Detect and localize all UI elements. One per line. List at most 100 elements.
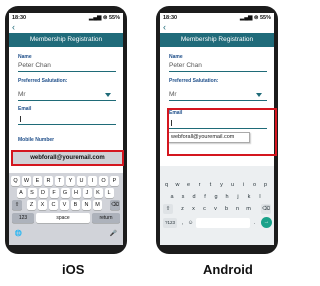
- emoji-icon[interactable]: ☺: [187, 218, 194, 228]
- android-key-g[interactable]: g: [212, 192, 221, 202]
- text-cursor: [20, 116, 21, 122]
- ios-keyboard: QWERTYUIOP ASDFGHJKL ZXCVBNM ⇧ ⌫ 123 spa…: [9, 173, 123, 245]
- ios-key-u[interactable]: U: [77, 176, 86, 186]
- ios-key-p[interactable]: P: [110, 176, 119, 186]
- name-field-underline: [169, 71, 267, 72]
- android-key-l[interactable]: l: [256, 192, 265, 202]
- ios-key-k[interactable]: K: [93, 188, 103, 198]
- salutation-select[interactable]: Mr: [169, 91, 177, 98]
- android-key-w[interactable]: w: [173, 180, 182, 190]
- ios-key-q[interactable]: Q: [11, 176, 20, 186]
- globe-icon[interactable]: 🌐: [14, 229, 23, 239]
- ios-phone: 18:30 ▂▄▆ ⊜ 55% ‹ Membership Registratio…: [5, 6, 127, 254]
- android-key-n[interactable]: n: [233, 204, 242, 214]
- dropdown-arrow-icon[interactable]: [256, 93, 262, 97]
- ios-key-d[interactable]: D: [38, 188, 48, 198]
- android-key-s[interactable]: s: [179, 192, 188, 202]
- ios-key-r[interactable]: R: [44, 176, 53, 186]
- salutation-select[interactable]: Mr: [18, 91, 26, 98]
- status-indicators: ▂▄▆ ⊜ 55%: [88, 15, 120, 21]
- android-key-o[interactable]: o: [250, 180, 259, 190]
- enter-key[interactable]: →: [261, 217, 272, 228]
- android-key-y[interactable]: y: [217, 180, 226, 190]
- space-key[interactable]: [196, 218, 250, 228]
- ios-key-s[interactable]: S: [27, 188, 37, 198]
- ios-key-c[interactable]: C: [49, 200, 58, 210]
- android-key-k[interactable]: k: [245, 192, 254, 202]
- android-key-a[interactable]: a: [168, 192, 177, 202]
- ios-key-v[interactable]: V: [60, 200, 69, 210]
- android-key-i[interactable]: i: [239, 180, 248, 190]
- name-label: Name: [169, 54, 183, 60]
- ios-key-y[interactable]: Y: [66, 176, 75, 186]
- dropdown-arrow-icon[interactable]: [105, 93, 111, 97]
- ios-key-o[interactable]: O: [99, 176, 108, 186]
- comma-key[interactable]: ,: [179, 218, 186, 228]
- android-key-m[interactable]: m: [244, 204, 253, 214]
- salutation-label: Preferred Salutation:: [18, 78, 68, 84]
- email-label: Email: [18, 106, 32, 112]
- android-key-h[interactable]: h: [223, 192, 232, 202]
- android-key-j[interactable]: j: [234, 192, 243, 202]
- status-time: 18:30: [163, 15, 178, 21]
- status-time: 18:30: [12, 15, 27, 21]
- name-field[interactable]: Peter Chan: [169, 62, 202, 69]
- mobile-label: Mobile Number: [18, 137, 55, 143]
- ios-key-t[interactable]: T: [55, 176, 64, 186]
- salutation-underline: [169, 100, 267, 101]
- period-key[interactable]: .: [251, 218, 258, 228]
- space-key[interactable]: space: [36, 213, 90, 223]
- android-caption: Android: [203, 262, 253, 277]
- ios-caption: iOS: [62, 262, 85, 277]
- android-key-b[interactable]: b: [222, 204, 231, 214]
- android-key-c[interactable]: c: [200, 204, 209, 214]
- ios-key-a[interactable]: A: [16, 188, 26, 198]
- ios-key-n[interactable]: N: [82, 200, 91, 210]
- android-key-r[interactable]: r: [195, 180, 204, 190]
- android-key-z[interactable]: z: [178, 204, 187, 214]
- ios-key-b[interactable]: B: [71, 200, 80, 210]
- backspace-key[interactable]: ⌫: [110, 200, 120, 210]
- numbers-key[interactable]: 123: [12, 213, 34, 223]
- page-title: Membership Registration: [160, 33, 274, 47]
- numbers-key[interactable]: ?123: [163, 218, 177, 228]
- android-key-p[interactable]: p: [261, 180, 270, 190]
- ios-key-e[interactable]: E: [33, 176, 42, 186]
- backspace-key[interactable]: ⌫: [261, 204, 271, 214]
- android-key-e[interactable]: e: [184, 180, 193, 190]
- ios-key-f[interactable]: F: [49, 188, 59, 198]
- shift-key[interactable]: ⇧: [163, 204, 173, 214]
- android-keyboard: qwertyuiop asdfghjkl zxcvbnm ⇧ ⌫ ?123 , …: [160, 166, 274, 245]
- back-chevron-icon[interactable]: ‹: [163, 22, 166, 32]
- ios-key-m[interactable]: M: [93, 200, 102, 210]
- android-key-x[interactable]: x: [189, 204, 198, 214]
- ios-key-h[interactable]: H: [71, 188, 81, 198]
- microphone-icon[interactable]: 🎤: [109, 229, 118, 239]
- email-field[interactable]: [18, 114, 116, 125]
- page-title: Membership Registration: [9, 33, 123, 47]
- status-bar: 18:30 ▂▄▆ ⊜ 55%: [160, 13, 274, 23]
- name-field-underline: [18, 71, 116, 72]
- ios-key-g[interactable]: G: [60, 188, 70, 198]
- android-key-v[interactable]: v: [211, 204, 220, 214]
- status-bar: 18:30 ▂▄▆ ⊜ 55%: [9, 13, 123, 23]
- android-key-t[interactable]: t: [206, 180, 215, 190]
- shift-key[interactable]: ⇧: [12, 200, 22, 210]
- back-chevron-icon[interactable]: ‹: [12, 22, 15, 32]
- android-key-f[interactable]: f: [201, 192, 210, 202]
- email-autofill-suggestion[interactable]: webforall@youremail.com: [11, 150, 124, 166]
- ios-key-w[interactable]: W: [22, 176, 31, 186]
- ios-screen: 18:30 ▂▄▆ ⊜ 55% ‹ Membership Registratio…: [9, 13, 123, 245]
- salutation-underline: [18, 100, 116, 101]
- android-key-d[interactable]: d: [190, 192, 199, 202]
- android-key-q[interactable]: q: [162, 180, 171, 190]
- ios-key-i[interactable]: I: [88, 176, 97, 186]
- status-indicators: ▂▄▆ ⊜ 55%: [239, 15, 271, 21]
- name-field[interactable]: Peter Chan: [18, 62, 51, 69]
- android-key-u[interactable]: u: [228, 180, 237, 190]
- ios-key-x[interactable]: X: [38, 200, 47, 210]
- ios-key-z[interactable]: Z: [27, 200, 36, 210]
- ios-key-j[interactable]: J: [82, 188, 92, 198]
- return-key[interactable]: return: [92, 213, 120, 223]
- ios-key-l[interactable]: L: [104, 188, 114, 198]
